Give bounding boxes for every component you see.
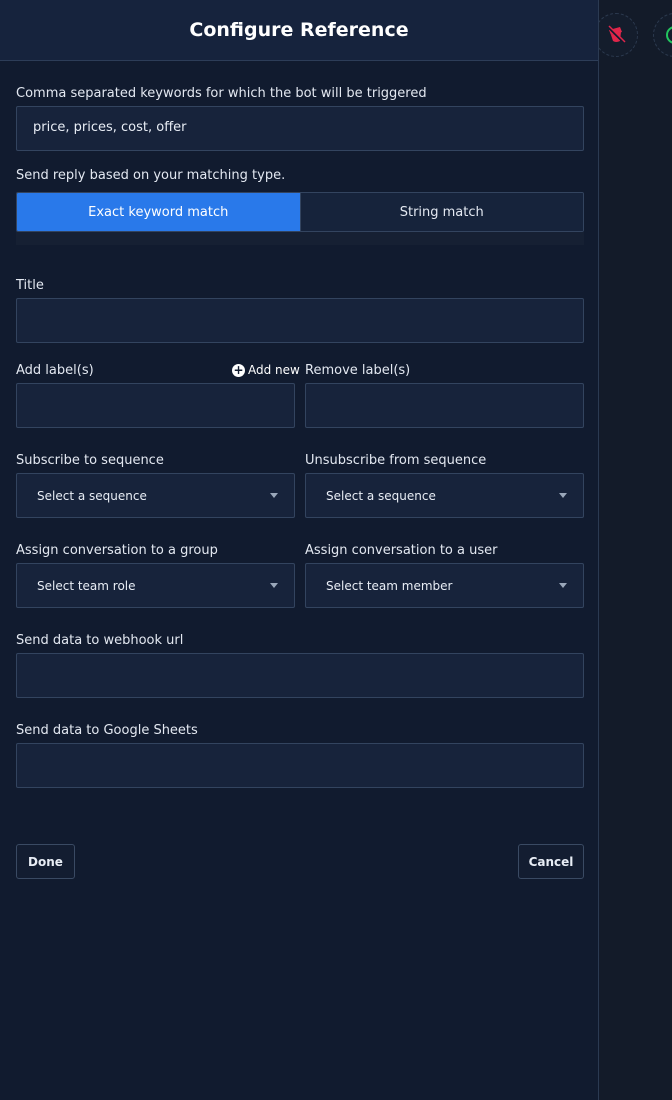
remove-labels-input[interactable]: [305, 383, 584, 428]
title-label: Title: [16, 278, 44, 293]
exact-keyword-match-option[interactable]: Exact keyword match: [17, 193, 300, 231]
unsubscribe-sequence-label: Unsubscribe from sequence: [305, 453, 487, 468]
title-input[interactable]: [16, 298, 584, 343]
matching-type-label: Send reply based on your matching type.: [16, 168, 286, 183]
plus-circle-icon: +: [232, 362, 245, 377]
keywords-label: Comma separated keywords for which the b…: [16, 86, 427, 101]
remove-labels-label: Remove label(s): [305, 363, 411, 378]
panel-title: Configure Reference: [189, 19, 409, 41]
bucket-delete-icon: [607, 25, 626, 44]
unsubscribe-sequence-select[interactable]: Select a sequence: [305, 473, 584, 518]
add-new-label-button[interactable]: + Add new: [232, 363, 300, 377]
caret-down-icon: [270, 583, 278, 588]
google-sheets-input[interactable]: [16, 743, 584, 788]
keywords-input[interactable]: price, prices, cost, offer: [16, 106, 584, 151]
subscribe-sequence-label: Subscribe to sequence: [16, 453, 164, 468]
assign-user-select[interactable]: Select team member: [305, 563, 584, 608]
assign-group-value: Select team role: [37, 579, 136, 593]
caret-down-icon: [270, 493, 278, 498]
add-labels-input[interactable]: [16, 383, 295, 428]
cancel-button[interactable]: Cancel: [518, 844, 584, 879]
unsubscribe-sequence-value: Select a sequence: [326, 489, 436, 503]
configure-reference-panel: Configure Reference Comma separated keyw…: [0, 0, 599, 1100]
done-button[interactable]: Done: [16, 844, 75, 879]
matching-type-toggle: Exact keyword match String match: [16, 192, 584, 232]
add-new-text: Add new: [248, 363, 300, 377]
google-sheets-label: Send data to Google Sheets: [16, 723, 198, 738]
add-labels-label: Add label(s): [16, 363, 94, 378]
assign-user-value: Select team member: [326, 579, 453, 593]
assign-user-label: Assign conversation to a user: [305, 543, 498, 558]
toggle-divider: [16, 232, 584, 245]
delete-node-button[interactable]: [594, 13, 638, 57]
add-node-icon: [666, 26, 672, 44]
webhook-label: Send data to webhook url: [16, 633, 184, 648]
caret-down-icon: [559, 493, 567, 498]
subscribe-sequence-select[interactable]: Select a sequence: [16, 473, 295, 518]
webhook-url-input[interactable]: [16, 653, 584, 698]
caret-down-icon: [559, 583, 567, 588]
keywords-value: price, prices, cost, offer: [33, 120, 187, 135]
string-match-option[interactable]: String match: [299, 193, 583, 231]
assign-group-select[interactable]: Select team role: [16, 563, 295, 608]
flow-canvas: [600, 0, 672, 1100]
assign-group-label: Assign conversation to a group: [16, 543, 218, 558]
subscribe-sequence-value: Select a sequence: [37, 489, 147, 503]
panel-header: Configure Reference: [0, 0, 598, 61]
